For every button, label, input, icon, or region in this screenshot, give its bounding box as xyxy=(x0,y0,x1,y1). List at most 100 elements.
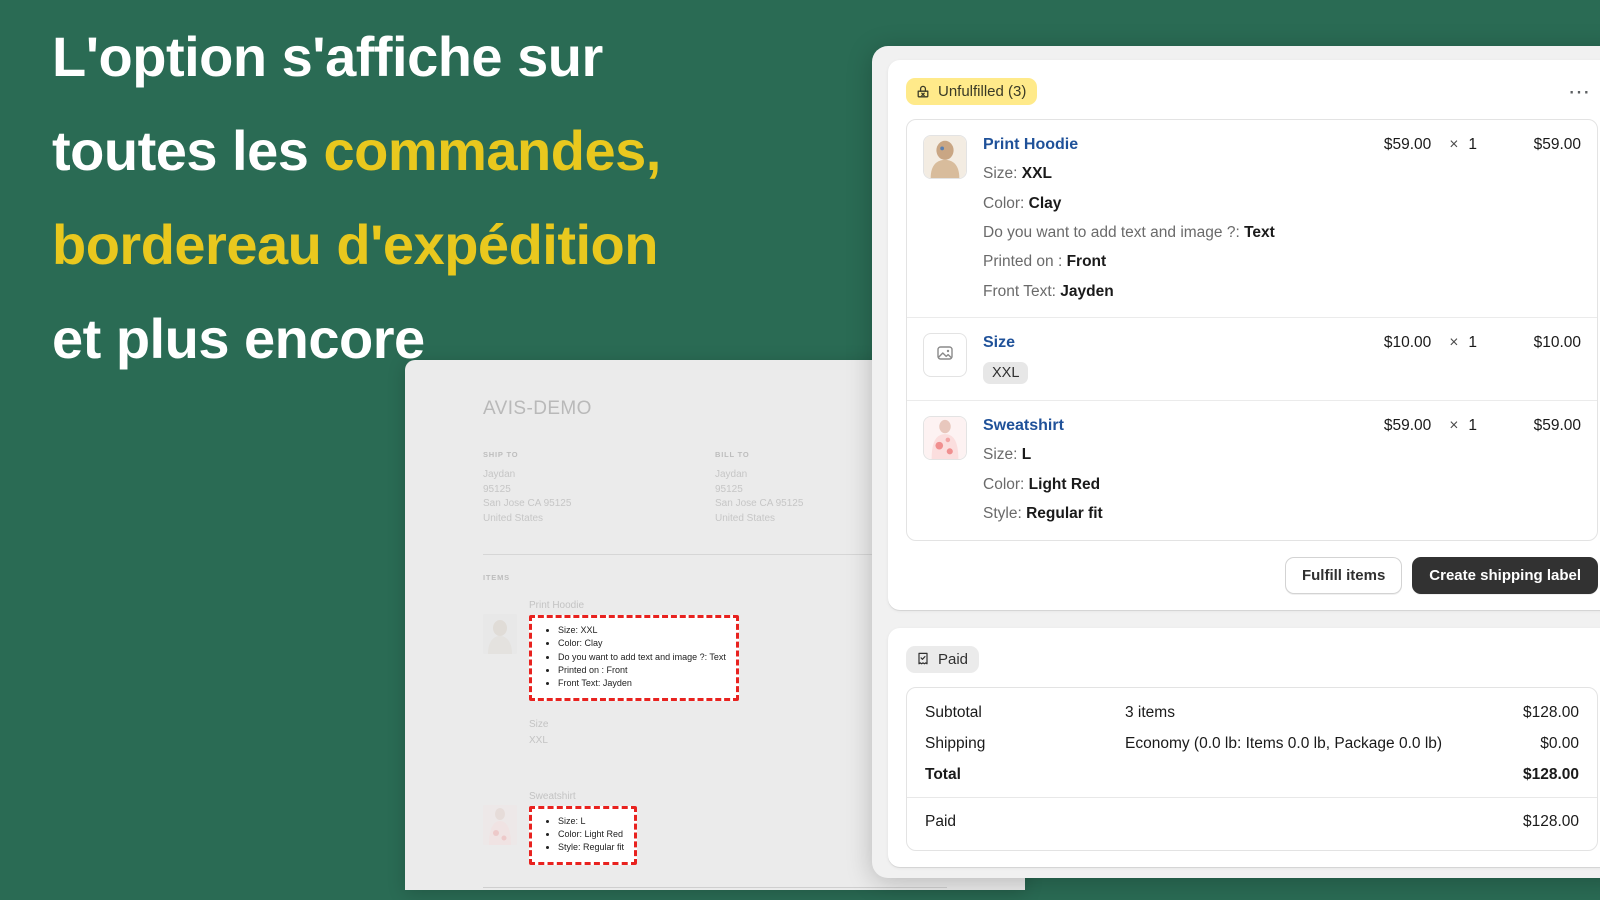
packing-slip-prop: Size: L xyxy=(558,815,624,828)
multiply-symbol: × xyxy=(1449,136,1459,153)
ship-to-line: Jaydan xyxy=(483,469,516,480)
packing-slip-prop-list: Size: XXL Color: Clay Do you want to add… xyxy=(546,624,726,691)
line-total: $10.00 xyxy=(1533,334,1581,352)
packing-slip-brand: AVIS-DEMO xyxy=(483,398,592,419)
ship-to-line: United States xyxy=(483,512,544,524)
totals-label: Subtotal xyxy=(925,703,982,721)
totals-description xyxy=(1125,813,1449,831)
table-row: Size XXL $10.00 × 1 $10.00 xyxy=(907,317,1597,400)
property-value: Clay xyxy=(1028,194,1062,212)
line-item-property: Style: Regular fit xyxy=(983,504,1384,523)
headline-line-2-plain: toutes les xyxy=(52,119,324,183)
totals-description: 3 items xyxy=(1125,703,1175,721)
ship-to-line: 95125 xyxy=(483,483,511,495)
packing-slip-prop: Color: Clay xyxy=(558,637,726,650)
multiply-symbol: × xyxy=(1449,334,1459,352)
product-thumbnail-placeholder[interactable] xyxy=(923,333,967,378)
totals-amount: $128.00 xyxy=(1522,703,1579,721)
unit-price: $59.00 xyxy=(1383,136,1432,153)
line-item-property: Do you want to add text and image ?: Tex… xyxy=(983,223,1384,242)
line-item-property: Printed on : Front xyxy=(983,252,1384,271)
packing-slip-footer-divider xyxy=(483,886,947,888)
totals-amount: $0.00 xyxy=(1540,734,1579,752)
order-totals: Subtotal 3 items $128.00 Shipping Econom… xyxy=(906,686,1598,851)
property-value: Text xyxy=(1244,223,1275,241)
line-item-property: Color: Clay xyxy=(983,194,1384,213)
product-thumbnail[interactable] xyxy=(923,135,967,179)
create-shipping-label-button[interactable]: Create shipping label xyxy=(1412,556,1598,594)
totals-row-subtotal: Subtotal 3 items $128.00 xyxy=(925,704,1579,722)
totals-label: Shipping xyxy=(925,734,986,752)
payment-header: Paid xyxy=(906,645,1598,673)
property-value: Regular fit xyxy=(1026,505,1103,523)
quantity-value: 1 xyxy=(1468,417,1477,435)
totals-row-total: Total $128.00 xyxy=(925,766,1579,784)
ship-to-block: SHIP TO Jaydan 95125 San Jose CA 95125 U… xyxy=(483,450,715,526)
packing-slip-prop: Do you want to add text and image ?: Tex… xyxy=(558,651,726,664)
quantity-value: 1 xyxy=(1468,136,1477,153)
headline-line-1: L'option s'affiche sur xyxy=(52,25,603,88)
property-value: XXL xyxy=(1021,165,1052,183)
fulfillment-actions: Fulfill items Create shipping label xyxy=(906,556,1598,594)
totals-amount: $128.00 xyxy=(1522,765,1579,783)
packing-slip-prop: Style: Regular fit xyxy=(558,841,624,854)
property-label: Size: xyxy=(983,165,1018,183)
multiply-symbol: × xyxy=(1449,417,1459,435)
line-item-pricing: $10.00 × 1 $10.00 xyxy=(1384,333,1581,384)
property-label: Do you want to add text and image ?: xyxy=(983,223,1240,241)
quantity: × 1 xyxy=(1449,417,1477,435)
image-placeholder-icon xyxy=(935,343,955,368)
line-items-list: Print Hoodie Size: XXL Color: Clay Do yo… xyxy=(906,119,1598,541)
line-total: $59.00 xyxy=(1533,136,1581,153)
fulfill-items-button[interactable]: Fulfill items xyxy=(1284,556,1403,594)
line-item-property: Size: XXL xyxy=(983,164,1384,183)
quantity-value: 1 xyxy=(1468,334,1477,352)
line-item-details: Size XXL xyxy=(983,333,1384,385)
line-item-pricing: $59.00 × 1 $59.00 xyxy=(1384,416,1581,523)
packing-slip-prop: Printed on : Front xyxy=(558,664,726,677)
line-item-details: Print Hoodie Size: XXL Color: Clay Do yo… xyxy=(983,135,1384,301)
packing-slip-highlight-box: Size: XXL Color: Clay Do you want to add… xyxy=(529,615,739,701)
totals-separator xyxy=(907,796,1597,798)
variant-chip: XXL xyxy=(983,362,1029,385)
more-actions-icon[interactable]: ⋯ xyxy=(1562,80,1598,102)
line-item-property: Front Text: Jayden xyxy=(983,282,1384,301)
page-headline: L'option s'affiche sur toutes les comman… xyxy=(52,10,872,386)
totals-row-paid: Paid $128.00 xyxy=(925,813,1579,831)
product-link[interactable]: Print Hoodie xyxy=(983,136,1078,153)
table-row: Print Hoodie Size: XXL Color: Clay Do yo… xyxy=(907,120,1597,317)
property-label: Size: xyxy=(983,446,1018,464)
totals-label: Paid xyxy=(925,812,957,830)
packing-slip-prop: Front Text: Jayden xyxy=(558,677,726,690)
unit-price: $59.00 xyxy=(1383,417,1432,435)
line-item-property: Size: L xyxy=(983,445,1384,464)
totals-description: Economy (0.0 lb: Items 0.0 lb, Package 0… xyxy=(1125,734,1443,752)
totals-amount: $128.00 xyxy=(1522,812,1579,830)
property-value: Jayden xyxy=(1060,282,1114,300)
line-item-property: Color: Light Red xyxy=(983,475,1384,494)
packing-slip-thumb xyxy=(483,614,517,654)
order-detail-panel: Unfulfilled (3) ⋯ Print Hoodie Size: XXL… xyxy=(872,46,1600,878)
property-value: Light Red xyxy=(1028,475,1101,493)
property-label: Color: xyxy=(983,194,1025,212)
property-value: Front xyxy=(1066,253,1107,271)
status-badge-label: Paid xyxy=(938,650,969,668)
table-row: Sweatshirt Size: L Color: Light Red Styl… xyxy=(907,400,1597,539)
receipt-check-icon xyxy=(915,651,931,667)
property-label: Front Text: xyxy=(983,282,1056,300)
product-link[interactable]: Sweatshirt xyxy=(983,417,1064,434)
headline-line-2-accent: commandes, xyxy=(323,119,661,183)
ship-to-title: SHIP TO xyxy=(483,450,519,459)
status-badge-unfulfilled: Unfulfilled (3) xyxy=(906,78,1038,105)
totals-description xyxy=(1125,766,1449,784)
headline-line-3-accent: bordereau d'expédition xyxy=(52,213,658,277)
product-link[interactable]: Size xyxy=(983,334,1015,351)
payment-card: Paid Subtotal 3 items $128.00 Shipping E… xyxy=(888,627,1600,867)
ship-to-line: San Jose CA 95125 xyxy=(483,498,572,509)
packing-slip-thumb xyxy=(483,804,517,845)
totals-row-shipping: Shipping Economy (0.0 lb: Items 0.0 lb, … xyxy=(925,735,1579,753)
line-item-details: Sweatshirt Size: L Color: Light Red Styl… xyxy=(983,416,1384,523)
fulfillment-card: Unfulfilled (3) ⋯ Print Hoodie Size: XXL… xyxy=(888,60,1600,610)
product-thumbnail[interactable] xyxy=(923,416,967,461)
property-label: Color: xyxy=(983,475,1025,493)
